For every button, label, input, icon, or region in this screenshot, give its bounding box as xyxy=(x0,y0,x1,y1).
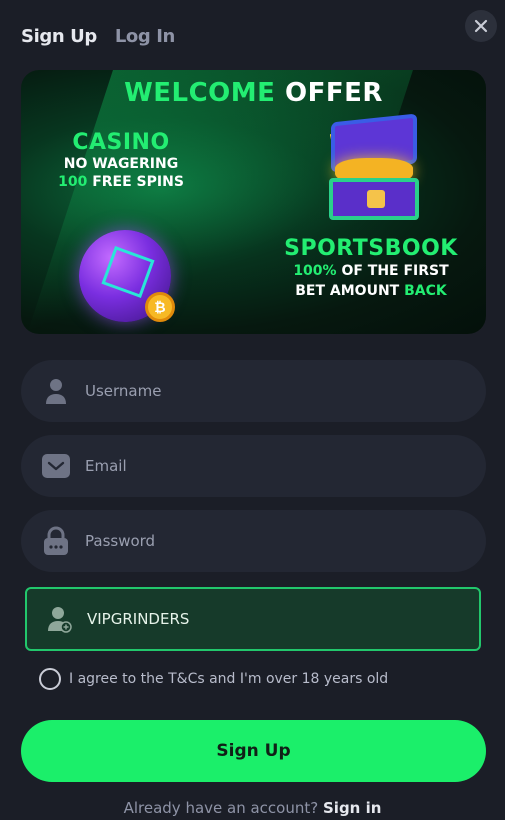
lock-icon xyxy=(41,526,71,556)
terms-agreement[interactable]: I agree to the T&Cs and I'm over 18 year… xyxy=(39,668,388,690)
tab-log-in[interactable]: Log In xyxy=(115,26,176,47)
sign-up-button[interactable]: Sign Up xyxy=(21,720,486,782)
banner-title-welcome: WELCOME xyxy=(124,78,276,108)
auth-tabs: Sign Up Log In xyxy=(21,26,175,47)
sportsbook-heading: SPORTSBOOK xyxy=(284,236,458,261)
bitcoin-coin-icon: ₿ xyxy=(145,292,175,322)
sportsbook-line-1: 100% OF THE FIRST xyxy=(271,261,471,281)
login-prompt: Already have an account? Sign in xyxy=(0,799,505,817)
mail-icon xyxy=(41,451,71,481)
casino-heading: CASINO xyxy=(72,130,170,155)
login-prompt-text: Already have an account? xyxy=(123,799,319,817)
treasure-chest-image xyxy=(321,113,427,222)
username-input[interactable] xyxy=(85,382,415,400)
email-input[interactable] xyxy=(85,457,415,475)
user-add-icon xyxy=(45,604,75,634)
banner-title: WELCOME OFFER xyxy=(21,78,486,108)
terms-label: I agree to the T&Cs and I'm over 18 year… xyxy=(69,671,389,687)
password-input[interactable] xyxy=(85,532,415,550)
promo-code-field[interactable] xyxy=(25,587,481,651)
sportsbook-line-2-text: BET AMOUNT xyxy=(295,283,400,299)
casino-spins-text: FREE SPINS xyxy=(92,174,184,190)
casino-spins-count: 100 xyxy=(58,174,88,190)
terms-checkbox[interactable] xyxy=(39,668,61,690)
username-field[interactable] xyxy=(21,360,486,422)
casino-offer: CASINO NO WAGERING 100 FREE SPINS xyxy=(56,130,186,191)
sportsbook-line-2: BET AMOUNT BACK xyxy=(271,281,471,301)
banner-title-offer: OFFER xyxy=(284,78,383,108)
password-field[interactable] xyxy=(21,510,486,572)
user-icon xyxy=(41,376,71,406)
tab-sign-up[interactable]: Sign Up xyxy=(21,26,97,47)
sportsbook-percent: 100% xyxy=(293,263,337,279)
casino-free-spins: 100 FREE SPINS xyxy=(56,173,186,191)
sportsbook-offer: SPORTSBOOK 100% OF THE FIRST BET AMOUNT … xyxy=(271,236,471,301)
promo-code-input[interactable] xyxy=(87,610,417,628)
close-button[interactable] xyxy=(465,10,497,42)
welcome-offer-banner: WELCOME OFFER CASINO NO WAGERING 100 FRE… xyxy=(21,70,486,334)
sportsbook-back: BACK xyxy=(404,283,447,299)
casino-no-wagering: NO WAGERING xyxy=(63,156,179,172)
sign-in-link[interactable]: Sign in xyxy=(323,799,381,817)
close-icon xyxy=(474,19,488,33)
sportsbook-line-1-text: OF THE FIRST xyxy=(341,263,449,279)
email-field[interactable] xyxy=(21,435,486,497)
